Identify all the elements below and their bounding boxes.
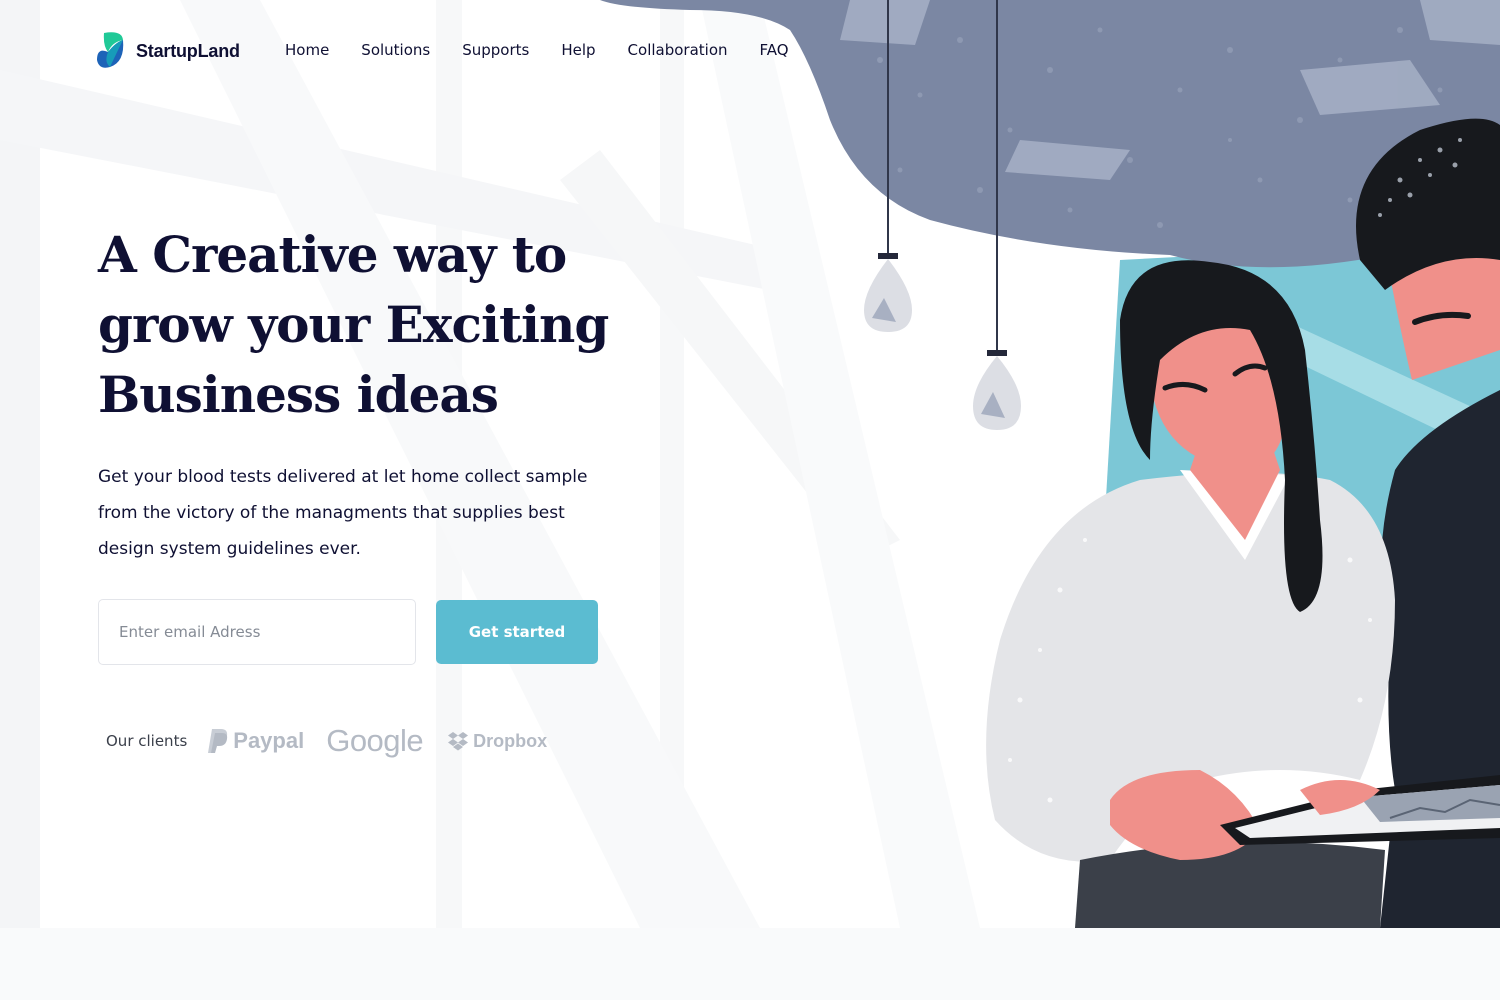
brand-logo[interactable]: StartupLand [96,32,240,70]
startupland-logo-icon [97,32,124,68]
hero-illustration [600,0,1500,928]
client-name: Paypal [233,728,305,753]
client-logo-google: Google [326,723,423,759]
email-input[interactable] [98,599,416,665]
dropbox-icon [448,732,469,751]
clients-label: Our clients [106,732,188,750]
client-logo-dropbox: Dropbox [447,731,547,752]
nav-item-solutions[interactable]: Solutions [361,41,430,59]
nav-item-supports[interactable]: Supports [462,41,529,59]
brand-name: StartupLand [136,40,240,61]
client-logo-paypal: Paypal [207,728,304,754]
paypal-icon [208,729,228,753]
hero-description: Get your blood tests delivered at let ho… [98,467,588,559]
nav-item-home[interactable]: Home [285,41,329,59]
client-name: Dropbox [473,730,548,751]
clients-row: Our clients Paypal Google Dropbox [106,722,547,760]
client-name: Google [326,723,424,758]
hero-section: StartupLand Home Solutions Supports Help… [0,0,1500,928]
tablet-device [1220,775,1500,845]
